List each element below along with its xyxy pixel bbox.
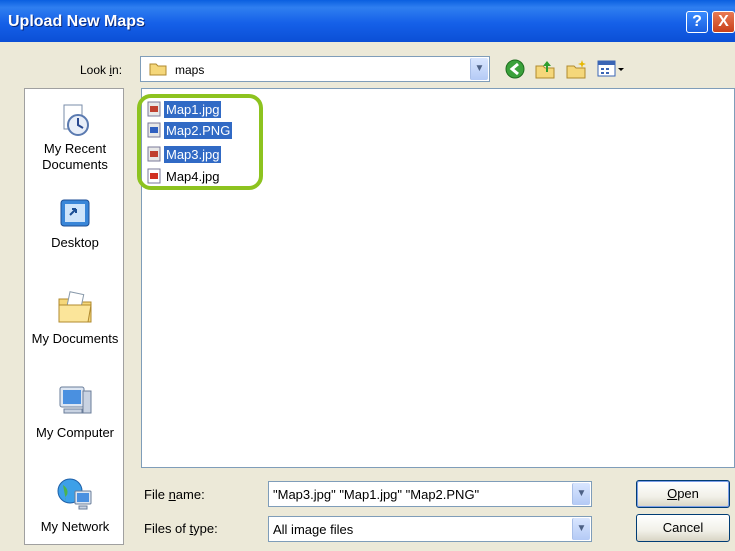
window-title: Upload New Maps	[8, 13, 145, 30]
look-in-dropdown[interactable]: maps ▼	[140, 56, 490, 82]
title-bar[interactable]: Upload New Maps ? X	[0, 0, 735, 42]
new-folder-icon[interactable]	[565, 58, 587, 80]
folder-icon	[149, 63, 167, 76]
desktop-icon	[60, 199, 90, 227]
up-folder-icon[interactable]	[534, 58, 556, 80]
place-label: My Recent Documents	[42, 141, 108, 172]
my-documents-icon	[58, 291, 92, 323]
chevron-down-icon[interactable]: ▼	[470, 58, 488, 80]
look-in-label: Look in:	[80, 63, 123, 77]
place-my-documents[interactable]: My Documents	[25, 289, 125, 347]
place-desktop[interactable]: Desktop	[25, 197, 125, 251]
my-network-icon	[57, 478, 92, 510]
place-label: My Network	[40, 519, 110, 534]
place-my-network[interactable]: My Network	[25, 475, 125, 535]
my-computer-icon	[59, 386, 92, 414]
back-icon[interactable]	[504, 58, 526, 80]
recent-documents-icon	[63, 104, 89, 136]
place-label: My Documents	[31, 331, 119, 346]
place-my-computer[interactable]: My Computer	[25, 383, 125, 441]
open-button[interactable]: Open	[636, 480, 730, 508]
file-name-field[interactable]: "Map3.jpg" "Map1.jpg" "Map2.PNG" ▼	[268, 481, 592, 507]
places-bar: My Recent Documents Desktop My Documents…	[24, 88, 124, 545]
place-label: Desktop	[51, 235, 99, 250]
files-of-type-value: All image files	[273, 522, 354, 537]
chevron-down-icon[interactable]: ▼	[572, 518, 590, 540]
chevron-down-icon[interactable]: ▼	[572, 483, 590, 505]
files-of-type-dropdown[interactable]: All image files ▼	[268, 516, 592, 542]
files-of-type-label: Files of type:	[144, 521, 218, 536]
cancel-button[interactable]: Cancel	[636, 514, 730, 542]
file-name-value[interactable]: "Map3.jpg" "Map1.jpg" "Map2.PNG"	[273, 487, 479, 502]
place-label: My Computer	[35, 425, 115, 440]
selection-highlight	[137, 94, 263, 190]
help-button[interactable]: ?	[686, 11, 708, 33]
look-in-value: maps	[175, 63, 205, 77]
place-my-recent-documents[interactable]: My Recent Documents	[25, 103, 125, 173]
close-button[interactable]: X	[712, 11, 735, 33]
file-name-label: File name:	[144, 487, 205, 502]
view-menu-icon[interactable]	[596, 58, 626, 80]
